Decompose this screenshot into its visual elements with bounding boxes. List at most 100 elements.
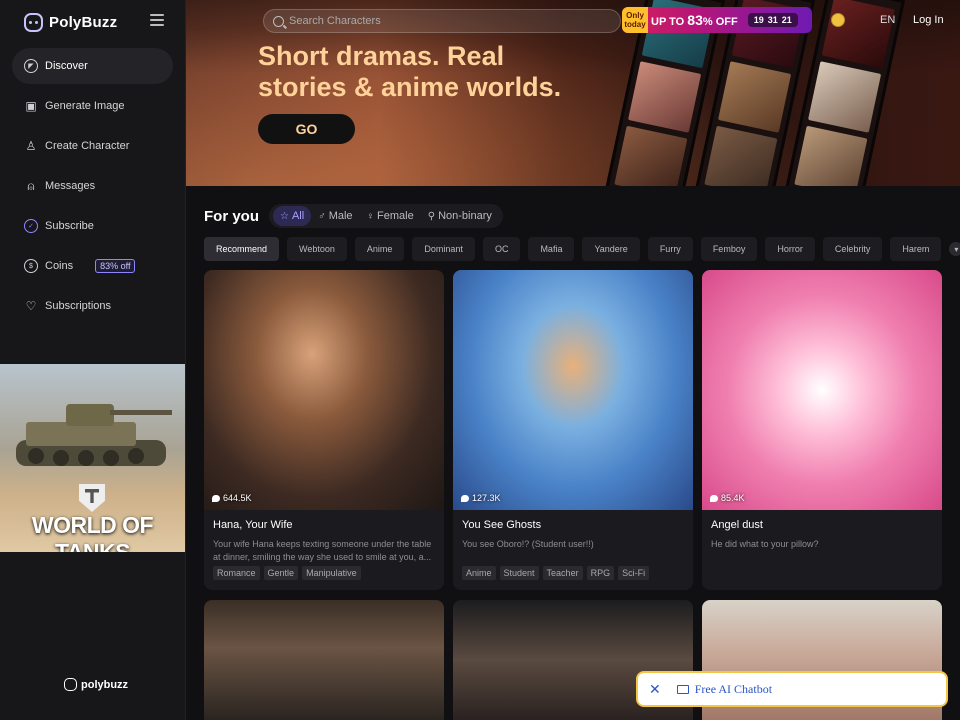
countdown-minutes: 31 xyxy=(767,15,778,25)
card-tag: Student xyxy=(499,566,539,580)
character-card[interactable]: 644.5K Hana, Your Wife Your wife Hana ke… xyxy=(204,270,444,590)
sidebar-item-label: Subscribe xyxy=(45,220,94,232)
card-title: You See Ghosts xyxy=(462,519,542,531)
card-description: Your wife Hana keeps texting someone und… xyxy=(213,539,432,562)
tab-non-binary[interactable]: ⚲ Non-binary xyxy=(421,206,499,226)
tag-harem[interactable]: Harem xyxy=(890,237,942,261)
promo-banner[interactable]: Only today UP TO 83% OFF 19 31 21 xyxy=(622,7,812,33)
chat-icon xyxy=(461,494,469,502)
sidebar-item-discover[interactable]: ◤ Discover xyxy=(12,48,173,84)
tab-label: Female xyxy=(377,210,414,222)
tag-mafia[interactable]: Mafia xyxy=(528,237,575,261)
sidebar-nav: ◤ Discover ▣ Generate Image ♙ Create Cha… xyxy=(12,48,173,328)
card-description: He did what to your pillow? xyxy=(711,539,819,549)
promo-percent: 83 xyxy=(687,12,703,28)
polybuzz-logo-icon xyxy=(24,12,43,32)
chat-count-value: 85.4K xyxy=(721,493,745,503)
heart-chat-icon: ♡ xyxy=(25,299,37,313)
subscribe-icon: ✓ xyxy=(24,219,38,233)
card-tag: Teacher xyxy=(542,566,583,580)
tab-label: All xyxy=(291,210,305,222)
chat-count-value: 127.3K xyxy=(472,493,501,503)
chatbot-label[interactable]: Free AI Chatbot xyxy=(695,682,772,697)
sidebar-item-label: Coins xyxy=(45,260,74,272)
tag-dominant[interactable]: Dominant xyxy=(412,237,475,261)
character-image xyxy=(204,600,444,720)
sidebar-item-messages[interactable]: ⍝ Messages xyxy=(12,168,173,204)
polybuzz-small-logo-icon xyxy=(64,678,77,691)
close-icon[interactable]: ✕ xyxy=(649,681,661,698)
search-icon xyxy=(273,15,284,27)
search-bar[interactable] xyxy=(263,9,621,33)
promo-prefix: UP TO xyxy=(651,16,688,28)
language-selector[interactable]: EN xyxy=(880,14,895,26)
tag-recommend[interactable]: Recommend xyxy=(204,237,280,261)
card-tag: Manipulative xyxy=(302,566,361,580)
app-name: PolyBuzz xyxy=(49,13,118,31)
promo-badge: Only today xyxy=(622,7,648,33)
promo-suffix: % OFF xyxy=(702,16,738,28)
app-root: PolyBuzz ◤ Discover ▣ Generate Image ♙ C… xyxy=(0,0,960,720)
character-card[interactable]: 85.4K Angel dust He did what to your pil… xyxy=(702,270,942,590)
hero-title: Short dramas. Real stories & anime world… xyxy=(258,41,562,102)
sidebar-item-label: Messages xyxy=(45,180,96,192)
tag-femboy[interactable]: Femboy xyxy=(700,237,758,261)
tag-horror[interactable]: Horror xyxy=(765,237,815,261)
tag-anime[interactable]: Anime xyxy=(354,237,405,261)
footer-logo: polybuzz xyxy=(64,678,128,691)
male-icon: ♂ xyxy=(318,210,326,222)
login-button[interactable]: Log In xyxy=(913,14,944,26)
chat-count: 85.4K xyxy=(710,493,745,503)
character-image: 644.5K xyxy=(204,270,444,510)
discount-badge: 83% off xyxy=(95,259,136,273)
chatbot-popup[interactable]: ✕ Free AI Chatbot xyxy=(636,671,948,707)
tag-furry[interactable]: Furry xyxy=(647,237,693,261)
search-input[interactable] xyxy=(289,15,589,27)
sidebar-item-subscriptions[interactable]: ♡ Subscriptions xyxy=(12,288,173,324)
chat-count: 644.5K xyxy=(212,493,252,503)
sidebar-item-label: Create Character xyxy=(45,140,130,152)
sidebar-item-coins[interactable]: $ Coins 83% off xyxy=(12,248,173,284)
card-tag: Sci-Fi xyxy=(618,566,650,580)
poster-image xyxy=(628,61,702,133)
dollar-coin-icon: $ xyxy=(24,259,38,273)
sidebar-item-generate-image[interactable]: ▣ Generate Image xyxy=(12,88,173,124)
tab-all[interactable]: ☆ All xyxy=(273,206,312,226)
poster-image xyxy=(808,61,882,133)
tab-male[interactable]: ♂ Male xyxy=(311,206,359,226)
sidebar-item-subscribe[interactable]: ✓ Subscribe xyxy=(12,208,173,244)
poster-image xyxy=(794,125,868,186)
tag-webtoon[interactable]: Webtoon xyxy=(287,237,347,261)
tab-female[interactable]: ♀ Female xyxy=(360,206,421,226)
character-image: 85.4K xyxy=(702,270,942,510)
card-description: You see Oboro!? (Student user!!) xyxy=(462,539,594,549)
coin-icon[interactable] xyxy=(831,13,845,27)
poster-image xyxy=(821,0,895,69)
collapse-sidebar-icon[interactable] xyxy=(150,14,164,26)
image-plus-icon: ▣ xyxy=(25,99,37,113)
sidebar-item-create-character[interactable]: ♙ Create Character xyxy=(12,128,173,164)
character-card[interactable] xyxy=(204,600,444,720)
tag-celebrity[interactable]: Celebrity xyxy=(822,237,883,261)
ad-brand-text: WORLD OF TANKS xyxy=(31,512,154,552)
tab-label: Non-binary xyxy=(438,210,492,222)
logo[interactable]: PolyBuzz xyxy=(24,10,164,34)
tag-yandere[interactable]: Yandere xyxy=(582,237,640,261)
poster-image xyxy=(704,125,778,186)
user-plus-icon: ♙ xyxy=(25,139,37,153)
chevron-down-icon[interactable]: ▾ xyxy=(949,242,960,256)
card-tags: Anime Student Teacher RPG Sci-Fi xyxy=(462,566,684,580)
card-tag: RPG xyxy=(586,566,615,580)
chat-count: 127.3K xyxy=(461,493,501,503)
sidebar-advertisement[interactable]: WORLD OF TANKS xyxy=(0,364,185,552)
character-card[interactable]: 127.3K You See Ghosts You see Oboro!? (S… xyxy=(453,270,693,590)
go-button[interactable]: GO xyxy=(258,114,355,144)
bell-icon: ⍝ xyxy=(27,178,35,193)
poster-image xyxy=(614,125,688,186)
tag-oc[interactable]: OC xyxy=(482,237,521,261)
poster-image xyxy=(718,61,792,133)
card-tags: Romance Gentle Manipulative xyxy=(213,566,435,580)
footer-brand: polybuzz xyxy=(81,678,129,691)
hero-banner[interactable]: Short dramas. Real stories & anime world… xyxy=(186,0,960,186)
tank-illustration xyxy=(16,404,172,466)
